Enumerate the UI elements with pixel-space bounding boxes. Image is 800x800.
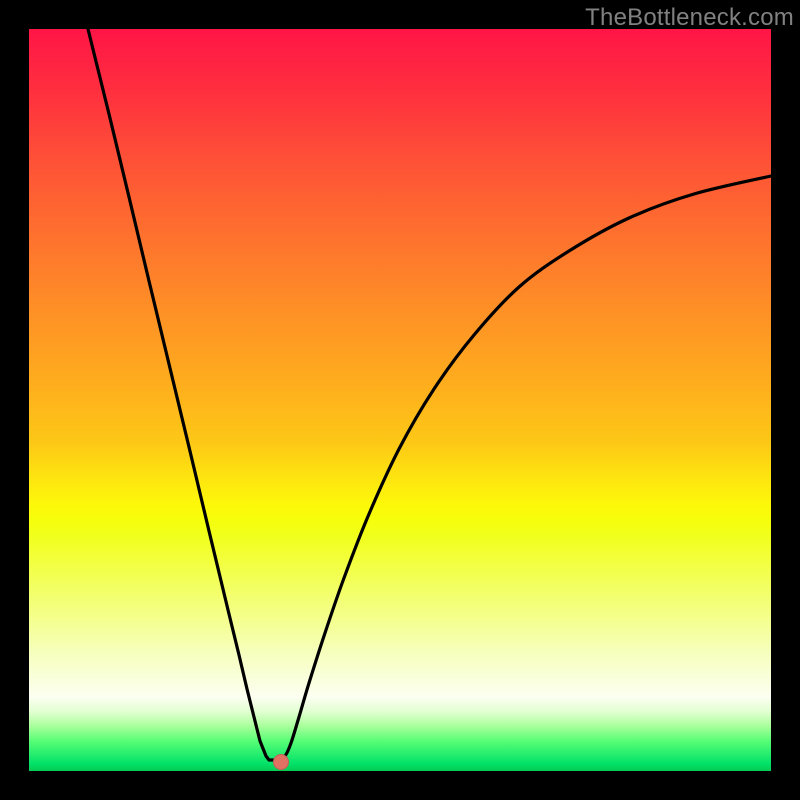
curve-path <box>88 29 771 760</box>
watermark-text: TheBottleneck.com <box>585 4 794 32</box>
minimum-dot <box>273 754 289 770</box>
bottleneck-curve <box>29 29 771 771</box>
plot-area <box>29 29 771 771</box>
